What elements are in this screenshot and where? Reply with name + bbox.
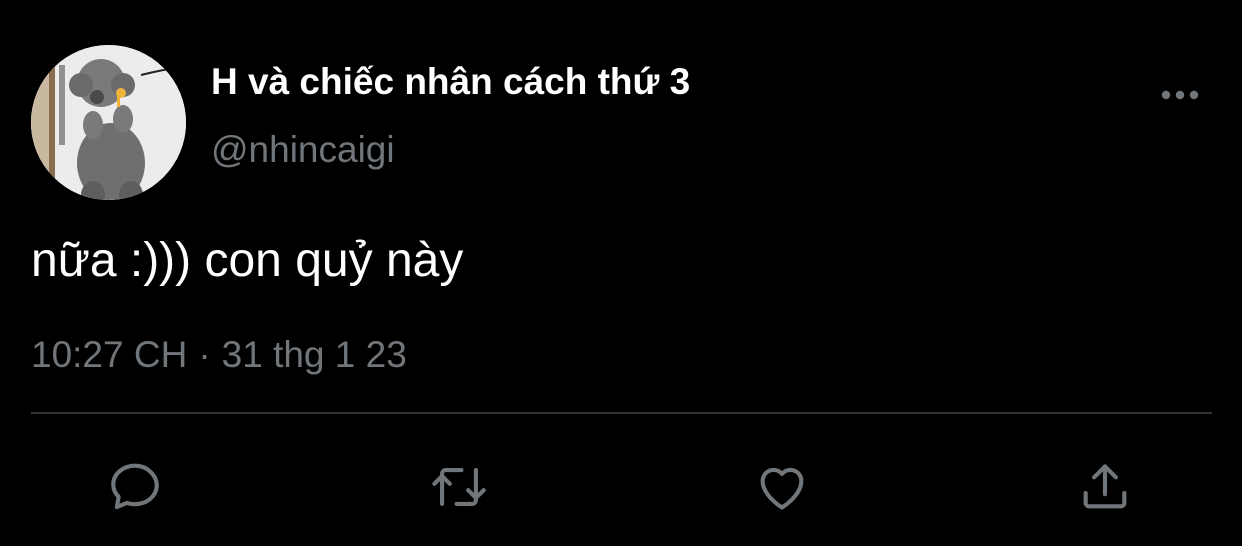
share-icon	[1083, 464, 1127, 509]
tweet-time: 10:27 CH	[31, 334, 188, 375]
avatar[interactable]	[31, 45, 186, 200]
meta-separator: ·	[198, 334, 211, 375]
like-button[interactable]	[751, 456, 813, 518]
reply-icon	[111, 463, 159, 510]
avatar-image	[31, 45, 186, 200]
heart-icon	[760, 467, 804, 510]
more-options-button[interactable]	[1152, 80, 1208, 110]
retweet-icon	[432, 468, 486, 506]
share-button[interactable]	[1074, 456, 1136, 518]
tweet-timestamp[interactable]: 10:27 CH · 31 thg 1 23	[31, 333, 407, 377]
divider	[31, 412, 1212, 414]
more-horizontal-icon	[1161, 90, 1199, 100]
retweet-button[interactable]	[428, 456, 490, 518]
tweet-text: nữa :))) con quỷ này	[31, 234, 464, 287]
tweet-date: 31 thg 1 23	[221, 334, 407, 375]
user-handle[interactable]: @nhincaigi	[211, 128, 395, 172]
reply-button[interactable]	[104, 456, 166, 518]
display-name[interactable]: H và chiếc nhân cách thứ 3	[211, 60, 690, 104]
tweet-detail: H và chiếc nhân cách thứ 3 @nhincaigi nữ…	[0, 0, 1242, 546]
